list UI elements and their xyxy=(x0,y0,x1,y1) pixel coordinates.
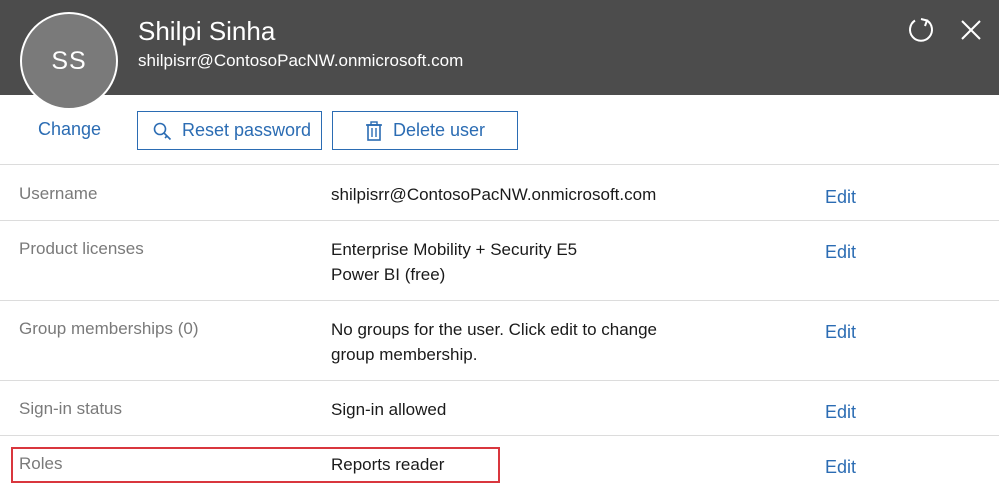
row-value-line: group membership. xyxy=(331,345,478,364)
row-value: No groups for the user. Click edit to ch… xyxy=(331,317,731,367)
close-button[interactable] xyxy=(955,14,987,46)
edit-groups-link[interactable]: Edit xyxy=(825,322,856,343)
row-value: Enterprise Mobility + Security E5 Power … xyxy=(331,237,731,287)
row-value-line: Reports reader xyxy=(331,455,445,474)
user-properties-list: Username shilpisrr@ContosoPacNW.onmicros… xyxy=(0,164,999,489)
trash-icon xyxy=(365,120,383,141)
row-value: Sign-in allowed xyxy=(331,397,731,422)
row-value-line: shilpisrr@ContosoPacNW.onmicrosoft.com xyxy=(331,185,657,204)
user-header: Shilpi Sinha shilpisrr@ContosoPacNW.onmi… xyxy=(0,0,999,95)
row-label: Sign-in status xyxy=(19,399,122,418)
row-username: Username shilpisrr@ContosoPacNW.onmicros… xyxy=(0,164,999,220)
row-label: Username xyxy=(19,184,98,203)
edit-roles-link[interactable]: Edit xyxy=(825,457,856,478)
user-email: shilpisrr@ContosoPacNW.onmicrosoft.com xyxy=(138,51,464,70)
user-name: Shilpi Sinha xyxy=(138,16,276,46)
row-sign-in-status: Sign-in status Sign-in allowed Edit xyxy=(0,380,999,435)
change-avatar-link[interactable]: Change xyxy=(38,119,101,140)
row-value: shilpisrr@ContosoPacNW.onmicrosoft.com xyxy=(331,182,731,207)
reset-password-label: Reset password xyxy=(182,120,312,140)
row-roles: Roles Reports reader Edit xyxy=(0,435,999,489)
reset-password-button[interactable]: Reset password xyxy=(137,111,322,150)
close-icon xyxy=(961,20,981,40)
row-value-line: Sign-in allowed xyxy=(331,400,447,419)
key-icon xyxy=(152,121,172,141)
row-value: Reports reader xyxy=(331,452,731,477)
delete-user-label: Delete user xyxy=(393,120,486,140)
row-product-licenses: Product licenses Enterprise Mobility + S… xyxy=(0,220,999,300)
row-label: Roles xyxy=(19,454,63,473)
delete-user-button[interactable]: Delete user xyxy=(332,111,518,150)
refresh-button[interactable] xyxy=(905,14,937,46)
edit-username-link[interactable]: Edit xyxy=(825,187,856,208)
avatar: SS xyxy=(20,12,118,110)
row-value-line: Enterprise Mobility + Security E5 xyxy=(331,240,578,259)
edit-licenses-link[interactable]: Edit xyxy=(825,242,856,263)
row-value-line: No groups for the user. Click edit to ch… xyxy=(331,320,658,339)
edit-sign-in-link[interactable]: Edit xyxy=(825,402,856,423)
row-group-memberships: Group memberships (0) No groups for the … xyxy=(0,300,999,380)
refresh-icon xyxy=(909,18,933,42)
row-value-line: Power BI (free) xyxy=(331,265,446,284)
row-label: Product licenses xyxy=(19,239,144,258)
row-label: Group memberships (0) xyxy=(19,319,199,338)
